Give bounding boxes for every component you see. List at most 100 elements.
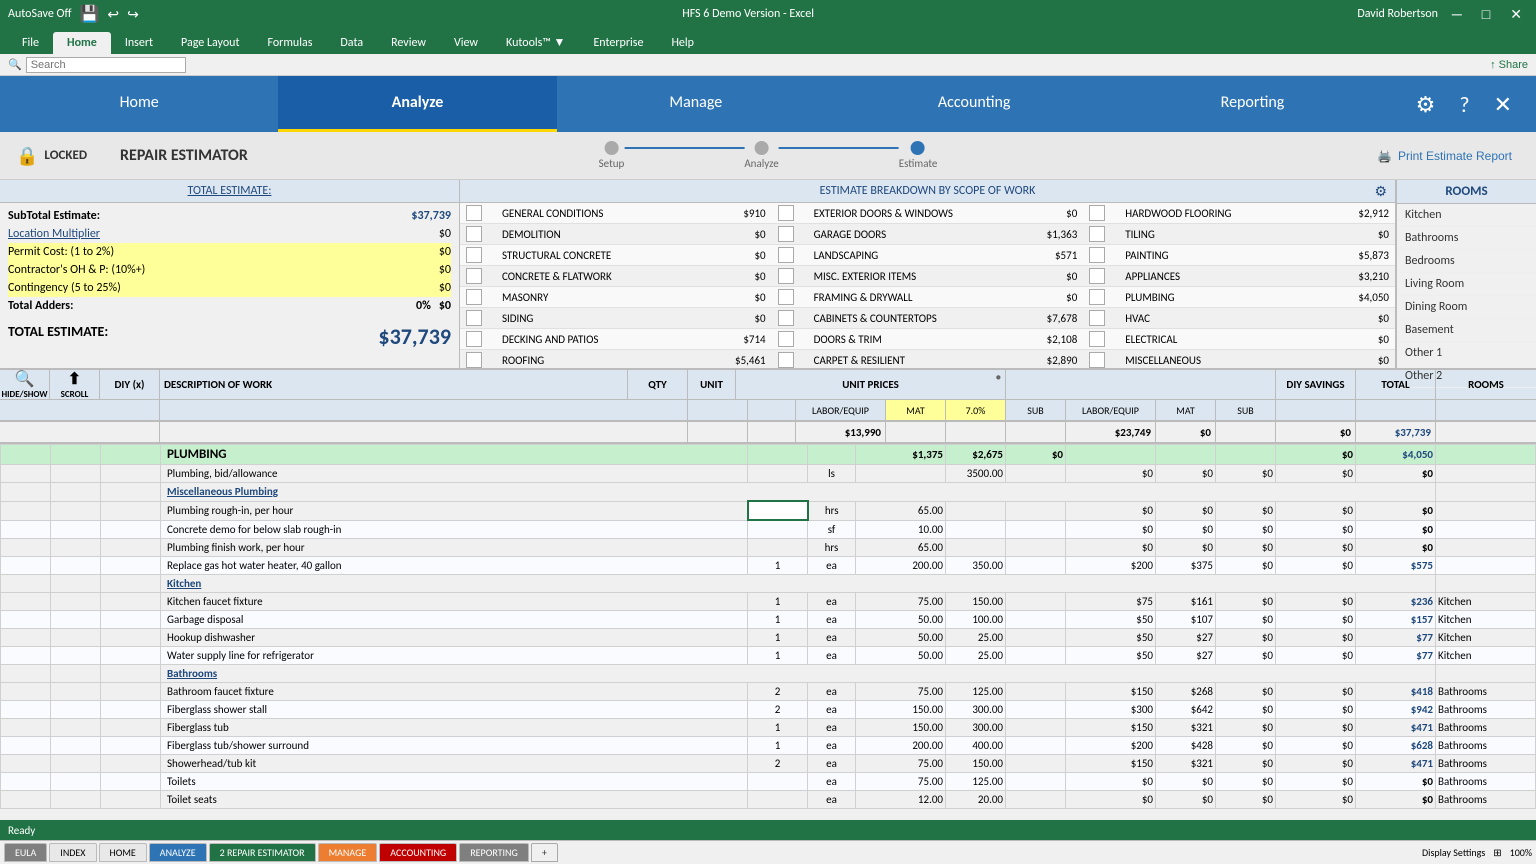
- breakdown-check-rr7[interactable]: [1089, 331, 1105, 347]
- hide-show-button[interactable]: 🔍 HIDE/SHOW: [0, 370, 50, 399]
- help-icon[interactable]: ?: [1459, 91, 1469, 118]
- breakdown-check-r4[interactable]: [778, 268, 794, 284]
- nav-item-home[interactable]: Home: [0, 76, 278, 132]
- bd-label-rr5: PLUMBING: [1119, 287, 1311, 308]
- total-subheader: [1356, 400, 1436, 420]
- room-item-basement[interactable]: Basement: [1397, 319, 1536, 342]
- redo-icon[interactable]: ↪: [127, 6, 139, 23]
- breakdown-check-r2[interactable]: [778, 226, 794, 242]
- nav-item-reporting[interactable]: Reporting: [1113, 76, 1391, 132]
- nav-item-accounting[interactable]: Accounting: [835, 76, 1113, 132]
- room-item-bedrooms[interactable]: Bedrooms: [1397, 250, 1536, 273]
- ribbon-tab-enterprise[interactable]: Enterprise: [579, 32, 657, 54]
- ribbon-tab-page-layout[interactable]: Page Layout: [167, 32, 253, 54]
- breakdown-check-rr1[interactable]: [1089, 205, 1105, 221]
- tab-eula[interactable]: EULA: [4, 843, 47, 862]
- contractor-oh-label: Contractor's OH & P: (10%+): [8, 263, 145, 277]
- step-estimate[interactable]: Estimate: [899, 141, 938, 170]
- add-sheet-button[interactable]: +: [531, 843, 558, 862]
- tab-reporting[interactable]: REPORTING: [459, 843, 529, 862]
- category-label-kitchen: Kitchen: [161, 574, 1436, 592]
- table-row: Plumbing rough-in, per hour hrs 65.00 $0…: [1, 501, 1536, 520]
- subtotal-value: $37,739: [411, 209, 451, 223]
- breakdown-check-rr2[interactable]: [1089, 226, 1105, 242]
- breakdown-check-rr8[interactable]: [1089, 352, 1105, 368]
- tab-manage[interactable]: MANAGE: [318, 843, 378, 862]
- nav-item-analyze[interactable]: Analyze: [278, 76, 556, 132]
- grid-icon[interactable]: ⊞: [1493, 846, 1501, 859]
- room-item-other1[interactable]: Other 1: [1397, 342, 1536, 365]
- table-row: Plumbing, bid/allowance ls 3500.00 $0 $0…: [1, 465, 1536, 483]
- tab-accounting[interactable]: ACCOUNTING: [379, 843, 457, 862]
- bd-val-1: $910: [688, 203, 772, 224]
- ribbon-tab-insert[interactable]: Insert: [111, 32, 167, 54]
- table-row: Fiberglass tub 1 ea 150.00 300.00 $150 $…: [1, 718, 1536, 736]
- ribbon-tab-home[interactable]: Home: [53, 32, 111, 54]
- room-item-kitchen[interactable]: Kitchen: [1397, 204, 1536, 227]
- share-button[interactable]: ↑ Share: [1490, 59, 1528, 71]
- breakdown-check-r1[interactable]: [778, 205, 794, 221]
- breakdown-check-r7[interactable]: [778, 331, 794, 347]
- minimize-button[interactable]: ─: [1446, 4, 1468, 24]
- print-report-button[interactable]: 🖨️ Print Estimate Report: [1377, 149, 1512, 163]
- row-qty-water-heater: 1: [748, 556, 808, 574]
- ribbon-tab-help[interactable]: Help: [657, 32, 708, 54]
- scroll-button[interactable]: ⬆ SCROLL: [50, 370, 100, 399]
- breakdown-check-5[interactable]: [466, 289, 482, 305]
- tab-repair-estimator[interactable]: 2 REPAIR ESTIMATOR: [209, 843, 316, 862]
- plumbing-labor: $1,375: [856, 445, 946, 465]
- ribbon-tab-data[interactable]: Data: [326, 32, 377, 54]
- breakdown-check-6[interactable]: [466, 310, 482, 326]
- room-item-living-room[interactable]: Living Room: [1397, 273, 1536, 296]
- room-item-dining-room[interactable]: Dining Room: [1397, 296, 1536, 319]
- table-row: Kitchen: [1, 574, 1536, 592]
- data-scroll-area[interactable]: PLUMBING $1,375 $2,675 $0 $0 $4,050 Plum…: [0, 444, 1536, 820]
- breakdown-check-r3[interactable]: [778, 247, 794, 263]
- close-app-icon[interactable]: ✕: [1494, 91, 1512, 118]
- totals-total: $37,739: [1356, 422, 1436, 442]
- qty-input-rough[interactable]: [748, 501, 808, 520]
- settings-icon[interactable]: ⚙: [1416, 91, 1436, 118]
- breakdown-check-8[interactable]: [466, 352, 482, 368]
- breakdown-check-r5[interactable]: [778, 289, 794, 305]
- breakdown-check-rr3[interactable]: [1089, 247, 1105, 263]
- step-setup[interactable]: Setup: [599, 141, 625, 170]
- ribbon-tab-formulas[interactable]: Formulas: [253, 32, 326, 54]
- step-analyze[interactable]: Analyze: [744, 141, 778, 170]
- breakdown-check-rr5[interactable]: [1089, 289, 1105, 305]
- breakdown-check-r6[interactable]: [778, 310, 794, 326]
- tab-analyze[interactable]: ANALYZE: [149, 843, 207, 862]
- ribbon-tab-kutools[interactable]: Kutools™ ▼: [492, 31, 579, 54]
- breakdown-check-r8[interactable]: [778, 352, 794, 368]
- bd-label-rr6: HVAC: [1119, 308, 1311, 329]
- nav-item-manage[interactable]: Manage: [557, 76, 835, 132]
- display-settings-label[interactable]: Display Settings: [1422, 846, 1485, 859]
- close-button[interactable]: ✕: [1504, 4, 1528, 25]
- location-multiplier-link[interactable]: Location Multiplier: [8, 227, 100, 241]
- breakdown-check-rr6[interactable]: [1089, 310, 1105, 326]
- ribbon-tab-view[interactable]: View: [440, 32, 492, 54]
- tab-home[interactable]: HOME: [99, 843, 147, 862]
- breakdown-check-2[interactable]: [466, 226, 482, 242]
- category-label-bathrooms: Bathrooms: [161, 664, 1436, 682]
- search-input[interactable]: [26, 57, 186, 73]
- breakdown-check-4[interactable]: [466, 268, 482, 284]
- undo-icon[interactable]: ↩: [107, 6, 119, 23]
- save-icon[interactable]: 💾: [79, 4, 99, 24]
- breakdown-gear-icon[interactable]: ⚙: [1374, 183, 1387, 200]
- section-label-plumbing: PLUMBING: [161, 445, 748, 465]
- breakdown-check-1[interactable]: [466, 205, 482, 221]
- row-label-fiberglass-tub: Fiberglass tub: [161, 718, 748, 736]
- restore-button[interactable]: □: [1476, 4, 1496, 24]
- breakdown-table: GENERAL CONDITIONS $910 EXTERIOR DOORS &…: [460, 203, 1395, 368]
- breakdown-check-7[interactable]: [466, 331, 482, 347]
- tab-index[interactable]: INDEX: [49, 843, 96, 862]
- ribbon-tab-file[interactable]: File: [8, 32, 53, 54]
- breakdown-check-rr4[interactable]: [1089, 268, 1105, 284]
- breakdown-check-3[interactable]: [466, 247, 482, 263]
- ribbon-tab-review[interactable]: Review: [377, 32, 440, 54]
- bd-label-rr1: HARDWOOD FLOORING: [1119, 203, 1311, 224]
- breakdown-row: ROOFING $5,461 CARPET & RESILIENT $2,890…: [460, 350, 1395, 369]
- room-item-bathrooms[interactable]: Bathrooms: [1397, 227, 1536, 250]
- breakdown-row: CONCRETE & FLATWORK $0 MISC. EXTERIOR IT…: [460, 266, 1395, 287]
